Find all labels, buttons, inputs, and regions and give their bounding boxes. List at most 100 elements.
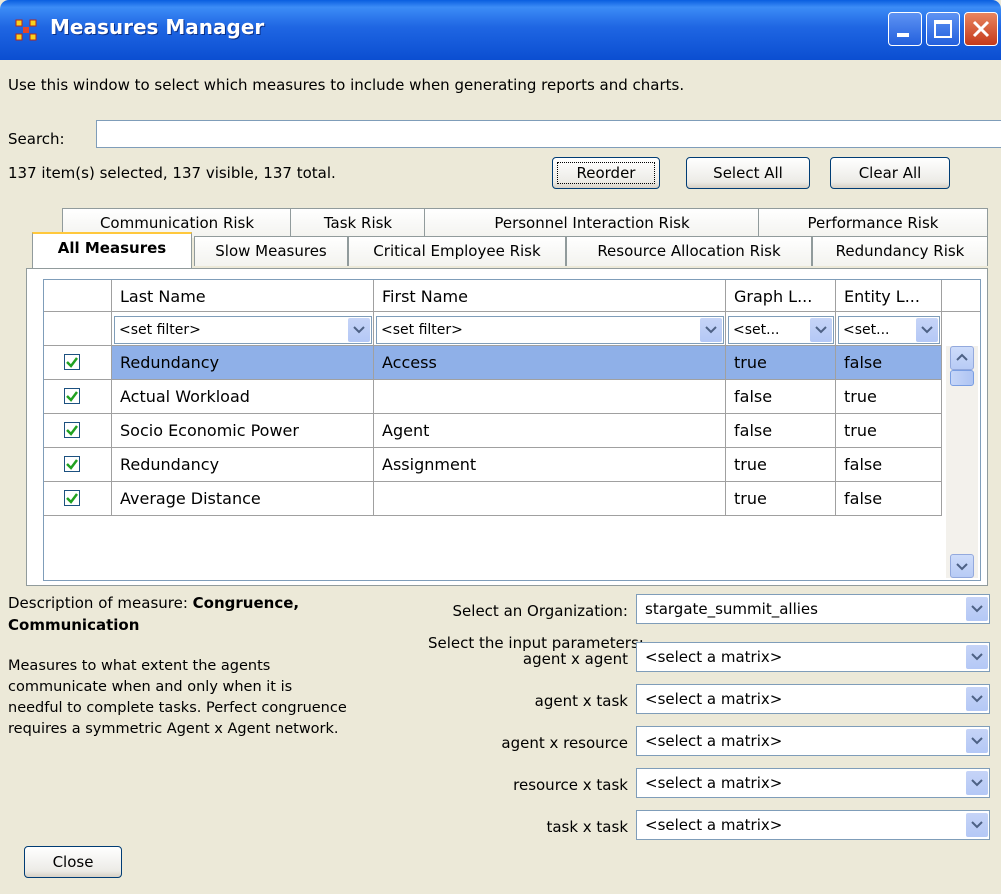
filter-value: <set filter> (381, 322, 463, 338)
scroll-up-button[interactable] (950, 346, 974, 370)
cell-graph-level: true (726, 346, 836, 380)
filter-dropdown-last-name[interactable]: <set filter> (114, 316, 372, 344)
maximize-icon (934, 20, 952, 38)
checkmark-icon (66, 425, 78, 436)
column-header-last-name[interactable]: Last Name (112, 280, 374, 312)
checkmark-icon (66, 459, 78, 470)
checkmark-icon (66, 357, 78, 368)
maximize-button[interactable] (926, 12, 960, 46)
param-label-agent-x-agent: agent x agent (522, 650, 628, 668)
cell-entity-level: false (836, 346, 942, 380)
tab-critical-employee-risk[interactable]: Critical Employee Risk (348, 236, 566, 266)
row-checkbox[interactable] (64, 422, 80, 438)
column-header-entity-level[interactable]: Entity L... (836, 280, 942, 312)
measures-table: Last Name First Name Graph L... Entity L… (43, 279, 981, 581)
description-label: Description of measure: (8, 594, 193, 612)
measure-description-text: Measures to what extent the agents commu… (8, 658, 347, 737)
cell-last-name: Socio Economic Power (112, 414, 374, 448)
row-checkbox[interactable] (64, 388, 80, 404)
chevron-down-icon (966, 645, 988, 669)
matrix-value: <select a matrix> (645, 732, 783, 750)
chevron-up-icon (956, 353, 968, 361)
close-icon (972, 20, 990, 38)
table-vertical-scrollbar[interactable] (946, 346, 978, 578)
cell-entity-level: true (836, 380, 942, 414)
filter-value: <set filter> (119, 322, 201, 338)
selection-status: 137 item(s) selected, 137 visible, 137 t… (8, 164, 336, 182)
cell-last-name: Actual Workload (112, 380, 374, 414)
checkmark-icon (66, 391, 78, 402)
cell-entity-level: false (836, 448, 942, 482)
organization-label: Select an Organization: (452, 602, 628, 620)
chevron-down-icon (966, 597, 988, 621)
tab-performance-risk[interactable]: Performance Risk (758, 208, 988, 238)
cell-last-name: Redundancy (112, 448, 374, 482)
row-checkbox[interactable] (64, 354, 80, 370)
matrix-select-task-x-task[interactable]: <select a matrix> (636, 810, 990, 840)
filter-row-spacer (44, 312, 112, 346)
organization-select[interactable]: stargate_summit_allies (636, 594, 990, 624)
row-checkbox[interactable] (64, 456, 80, 472)
filter-cell-last-name: <set filter> (112, 312, 374, 346)
column-header-graph-level[interactable]: Graph L... (726, 280, 836, 312)
network-nodes-icon (15, 19, 37, 41)
row-checkbox[interactable] (64, 490, 80, 506)
cell-first-name: Agent (374, 414, 726, 448)
filter-cell-graph-level: <set... (726, 312, 836, 346)
matrix-select-agent-x-resource[interactable]: <select a matrix> (636, 726, 990, 756)
cell-graph-level: false (726, 380, 836, 414)
cell-graph-level: false (726, 414, 836, 448)
close-button[interactable]: Close (24, 846, 122, 878)
close-window-button[interactable] (964, 12, 998, 46)
row-checkbox-cell (44, 482, 112, 516)
matrix-value: <select a matrix> (645, 774, 783, 792)
chevron-down-icon (810, 318, 832, 342)
clear-all-button[interactable]: Clear All (830, 157, 950, 189)
chevron-down-icon (966, 687, 988, 711)
tab-personnel-interaction-risk[interactable]: Personnel Interaction Risk (424, 208, 760, 238)
minimize-icon (897, 33, 909, 37)
matrix-select-agent-x-task[interactable]: <select a matrix> (636, 684, 990, 714)
minimize-button[interactable] (888, 12, 922, 46)
column-header-first-name[interactable]: First Name (374, 280, 726, 312)
row-checkbox-cell (44, 414, 112, 448)
row-checkbox-cell (44, 380, 112, 414)
chevron-down-icon (966, 771, 988, 795)
cell-entity-level: true (836, 414, 942, 448)
chevron-down-icon (966, 729, 988, 753)
filter-dropdown-entity-level[interactable]: <set... (838, 316, 940, 344)
scroll-thumb[interactable] (950, 370, 974, 386)
intro-text: Use this window to select which measures… (8, 76, 685, 94)
filter-dropdown-graph-level[interactable]: <set... (728, 316, 834, 344)
filter-value: <set... (843, 322, 890, 338)
select-all-button[interactable]: Select All (686, 157, 810, 189)
param-label-agent-x-resource: agent x resource (501, 734, 628, 752)
matrix-value: <select a matrix> (645, 690, 783, 708)
cell-first-name (374, 482, 726, 516)
filter-dropdown-first-name[interactable]: <set filter> (376, 316, 724, 344)
tab-redundancy-risk[interactable]: Redundancy Risk (812, 236, 988, 266)
organization-value: stargate_summit_allies (645, 600, 818, 618)
scroll-down-button[interactable] (950, 554, 974, 578)
cell-graph-level: true (726, 482, 836, 516)
cell-last-name: Redundancy (112, 346, 374, 380)
reorder-button[interactable]: Reorder (552, 157, 660, 189)
chevron-down-icon (916, 318, 938, 342)
header-checkbox-column (44, 280, 112, 312)
tab-task-risk[interactable]: Task Risk (290, 208, 426, 238)
window-content: Use this window to select which measures… (4, 60, 1001, 890)
measures-manager-window: Measures Manager Use this window to sele… (0, 0, 1001, 894)
matrix-select-agent-x-agent[interactable]: <select a matrix> (636, 642, 990, 672)
cell-first-name (374, 380, 726, 414)
matrix-select-resource-x-task[interactable]: <select a matrix> (636, 768, 990, 798)
filter-value: <set... (733, 322, 780, 338)
tab-slow-measures[interactable]: Slow Measures (194, 236, 348, 266)
search-input[interactable] (96, 120, 1001, 148)
row-checkbox-cell (44, 448, 112, 482)
chevron-down-icon (700, 318, 722, 342)
measure-description-heading: Description of measure: Congruence, Comm… (8, 592, 388, 636)
param-label-resource-x-task: resource x task (513, 776, 628, 794)
title-bar[interactable]: Measures Manager (0, 0, 1001, 60)
tab-resource-allocation-risk[interactable]: Resource Allocation Risk (566, 236, 812, 266)
tab-all-measures[interactable]: All Measures (32, 232, 192, 268)
